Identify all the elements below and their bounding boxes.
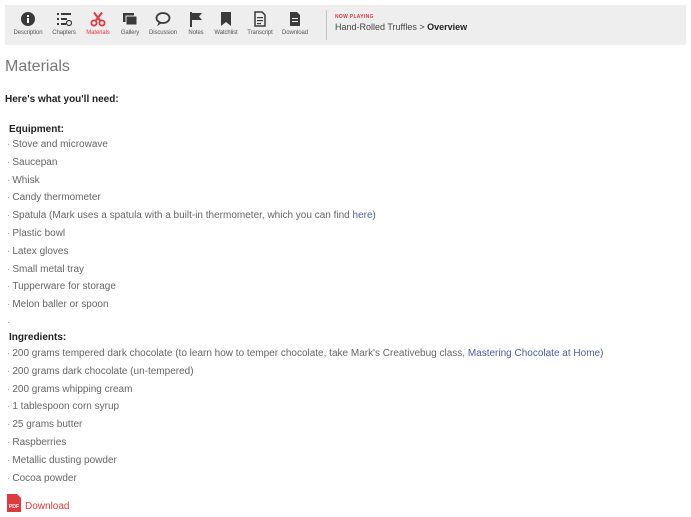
list-item: · 25 grams butter bbox=[7, 419, 83, 431]
list-item: · Small metal tray bbox=[7, 263, 85, 275]
tab-label: Notes bbox=[188, 30, 204, 36]
intro-text: Here's what you'll need: bbox=[5, 94, 119, 105]
download-pdf-link[interactable]: PDF Download bbox=[7, 494, 69, 512]
flag-icon bbox=[190, 12, 202, 27]
ingredients-list: · 200 grams tempered dark chocolate (to l… bbox=[7, 345, 603, 487]
now-playing-course: Hand-Rolled Truffles bbox=[335, 22, 417, 32]
list-item: · Stove and microwave bbox=[7, 139, 108, 150]
tab-materials[interactable]: Materials bbox=[80, 5, 116, 36]
now-playing-chapter: Overview bbox=[427, 22, 468, 32]
info-icon bbox=[21, 12, 35, 26]
tab-download[interactable]: Download bbox=[278, 5, 312, 36]
transcript-icon bbox=[254, 11, 266, 27]
tab-description[interactable]: Description bbox=[8, 5, 48, 36]
tab-label: Download bbox=[282, 30, 308, 36]
tab-label: Materials bbox=[86, 30, 110, 36]
list-item: · Metallic dusting powder bbox=[7, 454, 117, 466]
page-title: Materials bbox=[5, 58, 70, 75]
list-item: · Saucepan bbox=[7, 156, 58, 168]
download-file-icon bbox=[290, 12, 300, 26]
ingredients-title: Ingredients: bbox=[9, 332, 67, 343]
list-item: · Tupperware for storage bbox=[7, 281, 116, 293]
empty-list-item: · bbox=[7, 316, 11, 328]
list-item: · 1 tablespoon corn syrup bbox=[7, 401, 120, 413]
tab-label: Chapters bbox=[52, 30, 76, 36]
list-item: · Raspberries bbox=[7, 436, 67, 448]
list-item: · 200 grams whipping cream bbox=[7, 383, 133, 395]
tab-gallery[interactable]: Gallery bbox=[116, 5, 144, 36]
tab-label: Gallery bbox=[120, 30, 140, 36]
tab-notes[interactable]: Notes bbox=[182, 5, 210, 36]
tab-label: Transcript bbox=[247, 30, 273, 36]
list-item: · Melon baller or spoon bbox=[7, 299, 109, 311]
chat-bubble-icon bbox=[155, 12, 171, 26]
pdf-badge-text: PDF bbox=[9, 504, 19, 510]
mastering-chocolate-link[interactable]: Mastering Chocolate at Home bbox=[468, 348, 600, 359]
spatula-link[interactable]: here bbox=[353, 210, 373, 221]
now-playing-label: NOW PLAYING bbox=[335, 14, 374, 20]
pdf-file-icon: PDF bbox=[7, 494, 21, 512]
tab-label: Description bbox=[13, 30, 43, 36]
now-playing: NOW PLAYING Hand-Rolled Truffles > Overv… bbox=[335, 5, 467, 32]
lesson-toolbar: Description Chapters Materials Gallery D… bbox=[5, 5, 686, 45]
chapters-list-icon bbox=[57, 13, 72, 27]
now-playing-separator: > bbox=[416, 22, 428, 32]
download-label[interactable]: Download bbox=[25, 501, 69, 512]
equipment-title: Equipment: bbox=[9, 124, 64, 135]
list-item: · 200 grams tempered dark chocolate (to l… bbox=[7, 348, 604, 359]
equipment-list: · Stove and microwave · Saucepan · Whisk · C… bbox=[7, 136, 376, 332]
tab-label: Discussion bbox=[148, 30, 177, 36]
tab-watchlist[interactable]: Watchlist bbox=[210, 5, 242, 36]
bookmark-icon bbox=[221, 12, 231, 26]
scissors-icon bbox=[90, 11, 106, 27]
tab-transcript[interactable]: Transcript bbox=[242, 5, 278, 36]
tab-discussion[interactable]: Discussion bbox=[144, 5, 182, 36]
list-item: · 200 grams dark chocolate (un-tempered) bbox=[7, 365, 194, 377]
list-item: · Latex gloves bbox=[7, 245, 69, 257]
toolbar-divider bbox=[326, 10, 327, 40]
list-item: · Candy thermometer bbox=[7, 192, 101, 204]
gallery-icon bbox=[123, 13, 138, 26]
materials-page: Description Chapters Materials Gallery D… bbox=[0, 0, 691, 517]
list-item: · Spatula (Mark uses a spatula with a bui… bbox=[7, 210, 376, 222]
tab-chapters[interactable]: Chapters bbox=[48, 5, 80, 36]
list-item: · Plastic bowl bbox=[7, 227, 66, 239]
list-item: · Whisk bbox=[7, 174, 40, 186]
now-playing-title: Hand-Rolled Truffles > Overview bbox=[335, 22, 467, 32]
tab-label: Watchlist bbox=[214, 30, 238, 36]
list-item: · Cocoa powder bbox=[7, 472, 77, 484]
